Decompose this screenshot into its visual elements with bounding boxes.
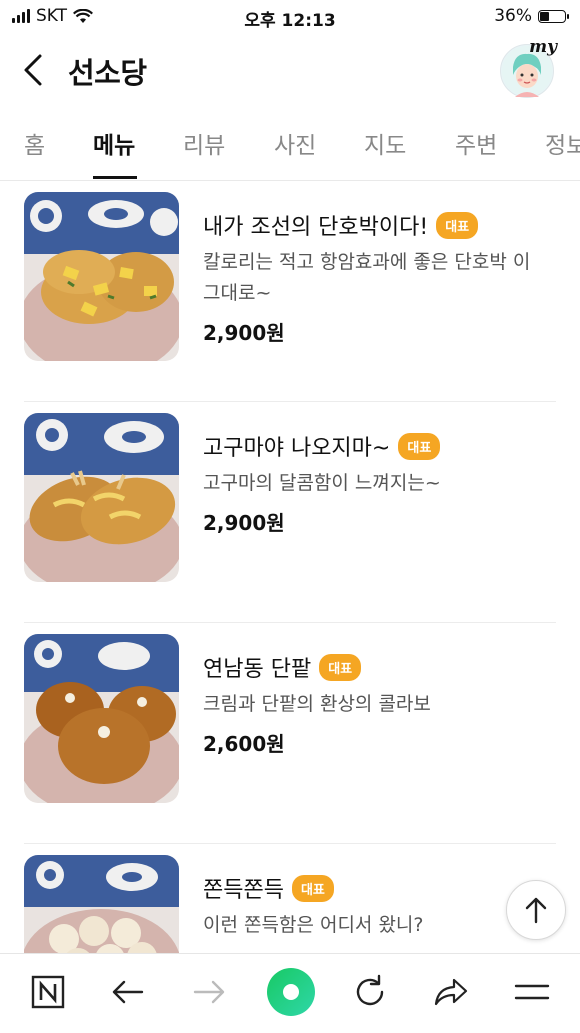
menu-photo bbox=[24, 192, 179, 361]
arrow-left-icon[interactable] bbox=[106, 970, 150, 1014]
menu-item[interactable]: 연남동 단팥 대표 크림과 단팥의 환상의 콜라보 2,600원 bbox=[0, 623, 580, 844]
page-title: 선소당 bbox=[68, 56, 147, 90]
refresh-icon[interactable] bbox=[348, 970, 392, 1014]
menu-price: 2,600원 bbox=[203, 732, 285, 756]
menu-description: 이런 쫀득함은 어디서 왔니? bbox=[203, 914, 424, 936]
browser-toolbar bbox=[0, 953, 580, 1033]
menu-description: 칼로리는 적고 항암효과에 좋은 단호박 이 그대로~ bbox=[203, 251, 531, 304]
clock: 오후 12:13 bbox=[244, 11, 336, 31]
menu-description: 크림과 단팥의 환상의 콜라보 bbox=[203, 693, 431, 715]
arrow-up-icon bbox=[525, 897, 547, 924]
signature-badge: 대표 bbox=[398, 432, 441, 460]
battery-group: 36% bbox=[494, 6, 569, 26]
tab-menu[interactable]: 메뉴 bbox=[93, 126, 135, 160]
menu-name-row: 내가 조선의 단호박이다! 대표 bbox=[203, 209, 479, 241]
tab-home[interactable]: 홈 bbox=[24, 126, 45, 160]
chevron-left-icon[interactable] bbox=[18, 52, 50, 88]
status-bar: SKT 오후 12:13 36% bbox=[0, 0, 580, 34]
menu-photo bbox=[24, 413, 179, 582]
tab-map[interactable]: 지도 bbox=[364, 126, 406, 160]
menu-name-row: 고구마야 나오지마~ 대표 bbox=[203, 430, 441, 462]
menu-name: 쫀득쫀득 bbox=[203, 878, 284, 903]
menu-item[interactable]: 쫀득쫀득 대표 이런 쫀득함은 어디서 왔니? bbox=[0, 844, 580, 953]
menu-name-row: 연남동 단팥 대표 bbox=[203, 651, 362, 683]
home-circle-icon[interactable] bbox=[265, 966, 317, 1018]
menu-name-row: 쫀득쫀득 대표 bbox=[203, 872, 334, 904]
menu-icon[interactable] bbox=[510, 970, 554, 1014]
menu-name: 고구마야 나오지마~ bbox=[203, 436, 391, 461]
avatar-label: my bbox=[529, 37, 557, 57]
menu-photo bbox=[24, 855, 179, 953]
signature-badge: 대표 bbox=[436, 211, 479, 239]
menu-price: 2,900원 bbox=[203, 511, 285, 535]
menu-list: 내가 조선의 단호박이다! 대표 칼로리는 적고 항암효과에 좋은 단호박 이 … bbox=[0, 181, 580, 953]
avatar[interactable]: my bbox=[500, 37, 557, 98]
tab-bar: 홈 메뉴 리뷰 사진 지도 주변 정보 bbox=[0, 106, 580, 181]
app-header: 선소당 my bbox=[0, 34, 580, 106]
menu-price: 2,900원 bbox=[203, 321, 285, 345]
menu-name: 연남동 단팥 bbox=[203, 657, 312, 682]
menu-item[interactable]: 고구마야 나오지마~ 대표 고구마의 달콤함이 느껴지는~ 2,900원 bbox=[0, 402, 580, 623]
battery-icon bbox=[538, 9, 569, 23]
tab-info[interactable]: 정보 bbox=[545, 126, 580, 160]
signature-badge: 대표 bbox=[319, 653, 362, 681]
tab-nearby[interactable]: 주변 bbox=[455, 126, 497, 160]
menu-item[interactable]: 내가 조선의 단호박이다! 대표 칼로리는 적고 항암효과에 좋은 단호박 이 … bbox=[0, 181, 580, 402]
menu-description: 고구마의 달콤함이 느껴지는~ bbox=[203, 472, 441, 494]
active-tab-indicator bbox=[93, 176, 137, 179]
share-icon[interactable] bbox=[428, 970, 472, 1014]
scroll-top-button[interactable] bbox=[506, 880, 566, 940]
tab-photos[interactable]: 사진 bbox=[274, 126, 316, 160]
arrow-right-icon[interactable] bbox=[187, 970, 231, 1014]
menu-photo bbox=[24, 634, 179, 803]
battery-percent: 36% bbox=[494, 6, 532, 26]
naver-n-icon[interactable] bbox=[26, 970, 70, 1014]
menu-name: 내가 조선의 단호박이다! bbox=[203, 215, 429, 240]
tab-reviews[interactable]: 리뷰 bbox=[183, 126, 225, 160]
signature-badge: 대표 bbox=[291, 874, 334, 902]
